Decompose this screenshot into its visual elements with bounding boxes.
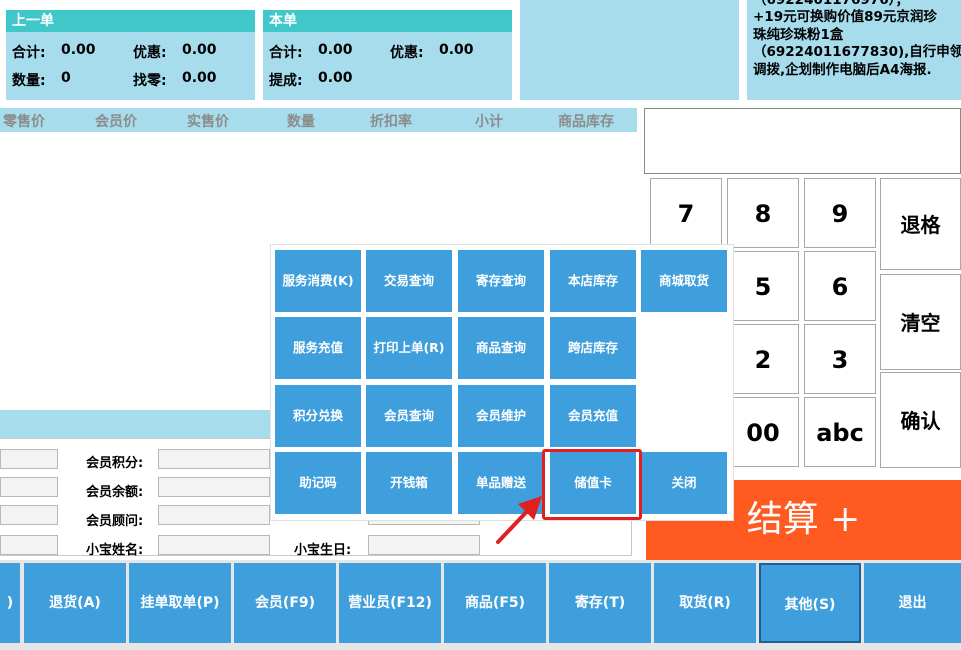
cur-discount-value: 0.00 <box>439 42 474 58</box>
info-panel-blank <box>520 0 739 100</box>
col-quantity[interactable]: 数量 <box>287 111 315 131</box>
member-field-3[interactable] <box>0 505 58 525</box>
clear-button[interactable]: 清空 <box>880 274 961 370</box>
menu-service-recharge[interactable]: 服务充值 <box>275 317 361 379</box>
cur-total-label: 合计: <box>269 45 303 61</box>
member-button[interactable]: 会员(F9) <box>234 563 336 643</box>
menu-open-cash-drawer[interactable]: 开钱箱 <box>366 452 452 514</box>
cur-commission-label: 提成: <box>269 73 303 89</box>
deposit-button[interactable]: 寄存(T) <box>549 563 651 643</box>
toolbar-partial-button[interactable]: ) <box>0 563 20 643</box>
key-8[interactable]: 8 <box>727 178 799 248</box>
key-abc[interactable]: abc <box>804 397 876 467</box>
member-field-4[interactable] <box>0 535 58 555</box>
exit-button[interactable]: 退出 <box>864 563 961 643</box>
menu-deposit-query[interactable]: 寄存查询 <box>458 250 544 312</box>
prev-change-label: 找零: <box>133 73 167 89</box>
baby-birthday-label: 小宝生日: <box>294 543 352 558</box>
promo-line: （69224011677830),自行申领 <box>753 44 961 61</box>
backspace-button[interactable]: 退格 <box>880 178 961 270</box>
col-sale-price[interactable]: 实售价 <box>187 111 229 131</box>
menu-member-recharge[interactable]: 会员充值 <box>550 385 636 447</box>
key-00[interactable]: 00 <box>727 397 799 467</box>
key-3[interactable]: 3 <box>804 324 876 394</box>
prev-change-value: 0.00 <box>182 70 217 86</box>
member-points-label: 会员积分: <box>86 456 144 471</box>
confirm-button[interactable]: 确认 <box>880 372 961 468</box>
member-balance-field[interactable] <box>158 477 270 497</box>
grid-header: 零售价 会员价 实售价 数量 折扣率 小计 商品库存 <box>0 108 637 132</box>
baby-birthday-field[interactable] <box>368 535 480 555</box>
menu-member-maintain[interactable]: 会员维护 <box>458 385 544 447</box>
input-display[interactable] <box>644 108 961 174</box>
promo-line: 珠纯珍珠粉1盒 <box>753 26 844 43</box>
key-2[interactable]: 2 <box>727 324 799 394</box>
menu-mnemonic-code[interactable]: 助记码 <box>275 452 361 514</box>
prev-qty-label: 数量: <box>12 73 46 89</box>
key-5[interactable]: 5 <box>727 251 799 321</box>
menu-product-query[interactable]: 商品查询 <box>458 317 544 379</box>
cur-commission-value: 0.00 <box>318 70 353 86</box>
menu-print-last[interactable]: 打印上单(R) <box>366 317 452 379</box>
prev-total-value: 0.00 <box>61 42 96 58</box>
member-points-field[interactable] <box>158 449 270 469</box>
promo-line: 调拨,企划制作电脑后A4海报. <box>753 61 932 78</box>
col-member-price[interactable]: 会员价 <box>95 111 137 131</box>
menu-close[interactable]: 关闭 <box>641 452 727 514</box>
prev-discount-value: 0.00 <box>182 42 217 58</box>
col-discount-rate[interactable]: 折扣率 <box>370 111 412 131</box>
prev-total-label: 合计: <box>12 45 46 61</box>
key-6[interactable]: 6 <box>804 251 876 321</box>
current-order-panel: 本单 合计: 0.00 优惠: 0.00 提成: 0.00 <box>263 10 512 100</box>
menu-transaction-query[interactable]: 交易查询 <box>366 250 452 312</box>
menu-service-consume[interactable]: 服务消费(K) <box>275 250 361 312</box>
product-button[interactable]: 商品(F5) <box>444 563 546 643</box>
menu-cross-store-stock[interactable]: 跨店库存 <box>550 317 636 379</box>
prev-order-title: 上一单 <box>6 10 255 32</box>
key-7[interactable]: 7 <box>650 178 722 248</box>
member-field-2[interactable] <box>0 477 58 497</box>
promo-line: （6922401176976）； <box>753 0 909 8</box>
col-retail-price[interactable]: 零售价 <box>3 111 45 131</box>
promo-line: +19元可换购价值89元京润珍 <box>753 9 937 26</box>
key-9[interactable]: 9 <box>804 178 876 248</box>
menu-member-query[interactable]: 会员查询 <box>366 385 452 447</box>
member-advisor-field[interactable] <box>158 505 270 525</box>
pickup-button[interactable]: 取货(R) <box>654 563 756 643</box>
cur-discount-label: 优惠: <box>390 45 424 61</box>
promo-panel: （6922401176976）； +19元可换购价值89元京润珍 珠纯珍珠粉1盒… <box>747 0 961 100</box>
return-goods-button[interactable]: 退货(A) <box>24 563 126 643</box>
prev-discount-label: 优惠: <box>133 45 167 61</box>
other-button[interactable]: 其他(S) <box>759 563 861 643</box>
baby-name-label: 小宝姓名: <box>86 543 144 558</box>
menu-mall-pickup[interactable]: 商城取货 <box>641 250 727 312</box>
cur-total-value: 0.00 <box>318 42 353 58</box>
member-balance-label: 会员余额: <box>86 485 144 500</box>
menu-points-exchange[interactable]: 积分兑换 <box>275 385 361 447</box>
current-order-title: 本单 <box>263 10 512 32</box>
highlight-box <box>542 449 642 520</box>
member-field-1[interactable] <box>0 449 58 469</box>
annotation-arrow-icon <box>496 496 542 544</box>
salesperson-button[interactable]: 营业员(F12) <box>339 563 441 643</box>
member-advisor-label: 会员顾问: <box>86 514 144 529</box>
prev-qty-value: 0 <box>61 70 71 86</box>
col-stock[interactable]: 商品库存 <box>558 111 614 131</box>
menu-store-stock[interactable]: 本店库存 <box>550 250 636 312</box>
col-subtotal[interactable]: 小计 <box>475 111 503 131</box>
hold-retrieve-button[interactable]: 挂单取单(P) <box>129 563 231 643</box>
baby-name-field[interactable] <box>158 535 270 555</box>
prev-order-panel: 上一单 合计: 0.00 优惠: 0.00 数量: 0 找零: 0.00 <box>6 10 255 100</box>
